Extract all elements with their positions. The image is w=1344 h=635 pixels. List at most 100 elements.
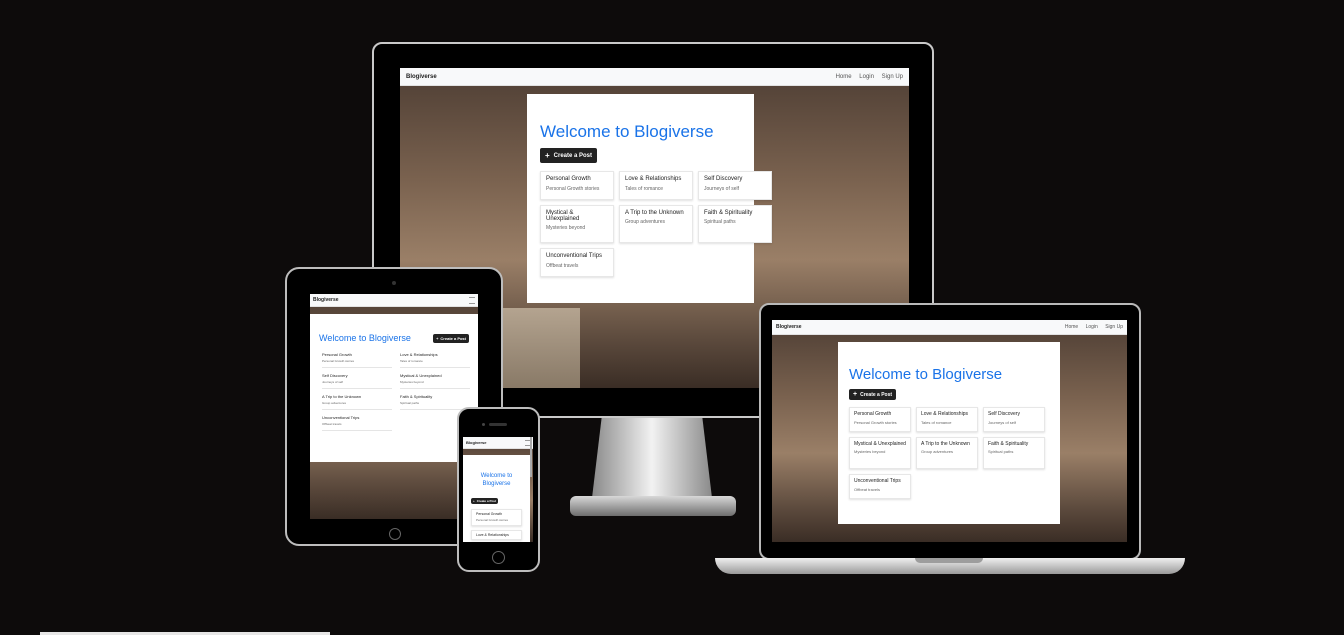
- plus-icon: +: [473, 498, 475, 503]
- create-post-button[interactable]: + Create a Post: [849, 389, 897, 400]
- category-card[interactable]: Love & Relationships Tales of romance: [916, 407, 978, 432]
- card-title: A Trip to the Unknown: [322, 394, 362, 399]
- create-post-label: Create a Post: [440, 335, 466, 341]
- category-card[interactable]: A Trip to the Unknown Group adventures: [916, 437, 978, 469]
- monitor-stand: [592, 418, 712, 498]
- category-card[interactable]: A Trip to the Unknown Group adventures: [619, 205, 693, 243]
- card-desc: Offbeat travels: [546, 263, 579, 269]
- card-title: Love & Relationships: [476, 532, 509, 537]
- hamburger-menu-icon[interactable]: [469, 296, 475, 304]
- category-card[interactable]: Unconventional Trips Offbeat travels: [540, 248, 614, 277]
- card-title: Unconventional Trips: [546, 253, 603, 259]
- category-card[interactable]: Love & Relationships Tales of romance: [400, 350, 470, 367]
- navbar: Blogiverse: [310, 294, 478, 307]
- nav-login[interactable]: Login: [859, 74, 874, 80]
- card-title: Mystical & Unexplained: [854, 441, 906, 447]
- card-title: Love & Relationships: [921, 411, 968, 417]
- nav-home[interactable]: Home: [1065, 324, 1078, 330]
- nav-links: Home Login Sign Up: [1059, 324, 1123, 330]
- category-card[interactable]: Self Discovery Journeys of self: [983, 407, 1045, 432]
- card-desc: Group adventures: [322, 401, 347, 405]
- category-card[interactable]: Faith & Spirituality Spiritual paths: [983, 437, 1045, 469]
- category-card[interactable]: Self Discovery Journeys of self: [322, 371, 392, 388]
- main-panel: Welcome to Blogiverse + Create a Post Pe…: [838, 342, 1060, 524]
- card-title: A Trip to the Unknown: [921, 441, 970, 447]
- tablet-home-button[interactable]: [389, 528, 401, 540]
- laptop-notch: [915, 558, 983, 563]
- nav-signup[interactable]: Sign Up: [1105, 324, 1123, 330]
- card-desc: Personal Growth stories: [476, 517, 509, 522]
- page-title: Welcome to Blogiverse: [849, 366, 1003, 383]
- card-title: Mystical & Unexplained: [546, 210, 580, 222]
- category-card[interactable]: Personal Growth Personal Growth stories: [471, 508, 522, 526]
- card-title: Self Discovery: [704, 176, 743, 182]
- card-title: Unconventional Trips: [322, 415, 360, 420]
- main-panel: Welcome to Blogiverse + Create a Post Pe…: [310, 314, 478, 462]
- card-title: Mystical & Unexplained: [400, 373, 442, 378]
- card-desc: Group adventures: [921, 449, 954, 454]
- card-title: Self Discovery: [988, 411, 1020, 417]
- laptop-screen: Blogiverse Home Login Sign Up Welcome to…: [772, 320, 1127, 542]
- category-card[interactable]: Love & Relationships Tales of romance: [619, 171, 693, 200]
- create-post-button[interactable]: + Create a Post: [433, 333, 469, 343]
- nav-home[interactable]: Home: [836, 74, 852, 80]
- category-card[interactable]: Mystical & Unexplained Mysteries beyond: [540, 205, 614, 243]
- tablet-screen: Blogiverse Welcome to Blogiverse + Creat…: [310, 294, 478, 519]
- scrollbar[interactable]: [530, 437, 532, 477]
- card-desc: Spiritual paths: [400, 401, 420, 405]
- phone-home-button[interactable]: [492, 551, 505, 564]
- category-grid: Personal Growth Personal Growth stories L…: [849, 407, 1050, 499]
- card-title: Love & Relationships: [625, 176, 682, 182]
- panel-header: Welcome to Blogiverse + Create a Post: [319, 333, 469, 343]
- category-card[interactable]: Unconventional Trips Offbeat travels: [322, 413, 392, 430]
- main-panel: Welcome to Blogiverse + Create a Post Pe…: [527, 94, 772, 303]
- navbar: Blogiverse Home Login Sign Up: [772, 320, 1127, 335]
- navbar: Blogiverse Home Login Sign Up: [400, 68, 909, 86]
- card-title: Personal Growth: [546, 176, 591, 182]
- card-desc: Offbeat travels: [322, 422, 342, 426]
- category-card[interactable]: Personal Growth Personal Growth stories: [540, 171, 614, 200]
- brand-link[interactable]: Blogiverse: [313, 297, 339, 303]
- create-post-label: Create a Post: [860, 391, 893, 398]
- card-title: Personal Growth: [854, 411, 892, 417]
- category-grid: Personal Growth Personal Growth stories L…: [540, 171, 772, 277]
- card-desc: Spiritual paths: [704, 219, 736, 225]
- category-card[interactable]: A Trip to the Unknown Group adventures: [322, 392, 392, 409]
- monitor-stand-base: [570, 496, 736, 516]
- category-card[interactable]: Faith & Spirituality Spiritual paths: [400, 392, 470, 409]
- plus-icon: +: [436, 335, 439, 341]
- card-desc: Spiritual paths: [988, 449, 1014, 454]
- brand-link[interactable]: Blogiverse: [466, 440, 486, 445]
- nav-signup[interactable]: Sign Up: [882, 74, 903, 80]
- category-card[interactable]: Self Discovery Journeys of self: [698, 171, 772, 200]
- plus-icon: +: [545, 151, 550, 160]
- card-desc: Group adventures: [625, 219, 666, 225]
- card-desc: Journeys of self: [704, 186, 740, 192]
- nav-login[interactable]: Login: [1086, 324, 1098, 330]
- create-post-button[interactable]: + Create a Post: [471, 497, 498, 504]
- card-title: Faith & Spirituality: [988, 441, 1029, 447]
- category-card[interactable]: Personal Growth Personal Growth stories: [322, 350, 392, 367]
- card-desc: Journeys of self: [988, 420, 1017, 425]
- phone-camera: [482, 423, 485, 426]
- card-desc: Journeys of self: [322, 380, 344, 384]
- brand-link[interactable]: Blogiverse: [406, 74, 437, 80]
- phone-speaker: [489, 423, 507, 426]
- category-card[interactable]: Mystical & Unexplained Mysteries beyond: [849, 437, 911, 469]
- category-card[interactable]: Unconventional Trips Offbeat travels: [849, 474, 911, 499]
- phone-screen: Blogiverse Welcome to Blogiverse + Creat…: [463, 437, 533, 542]
- category-card[interactable]: Personal Growth Personal Growth stories: [849, 407, 911, 432]
- card-desc: Personal Growth stories: [854, 420, 897, 425]
- card-title: A Trip to the Unknown: [625, 210, 684, 216]
- create-post-label: Create a Post: [476, 498, 496, 503]
- page-title: Welcome to Blogiverse: [480, 473, 513, 487]
- category-card[interactable]: Love & Relationships: [471, 529, 522, 540]
- main-panel: Welcome to Blogiverse + Create a Post Pe…: [463, 455, 530, 542]
- card-title: Love & Relationships: [400, 352, 438, 357]
- brand-link[interactable]: Blogiverse: [776, 324, 802, 330]
- card-title: Faith & Spirituality: [704, 210, 753, 216]
- create-post-button[interactable]: + Create a Post: [540, 148, 598, 163]
- category-card[interactable]: Mystical & Unexplained Mysteries beyond: [400, 371, 470, 388]
- card-desc: Offbeat travels: [854, 487, 880, 492]
- category-card[interactable]: Faith & Spirituality Spiritual paths: [698, 205, 772, 243]
